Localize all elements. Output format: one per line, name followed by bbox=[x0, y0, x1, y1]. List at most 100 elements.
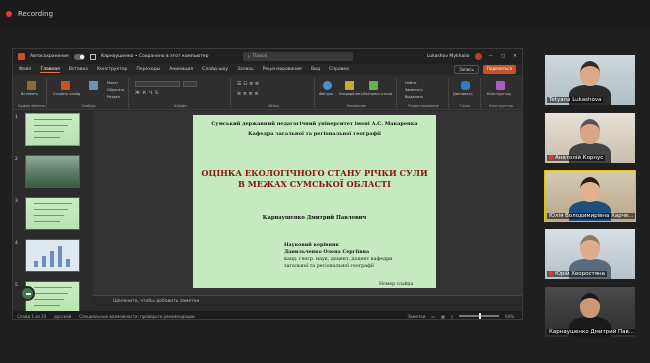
ribbon-group-label: Редактирование bbox=[408, 104, 439, 108]
quick-styles-icon[interactable] bbox=[369, 81, 378, 90]
avatar[interactable] bbox=[475, 53, 483, 60]
zoom-slider[interactable] bbox=[459, 312, 500, 319]
list-bullets-icon[interactable]: ☰ ☷ ≡ ≡ bbox=[237, 81, 259, 87]
slide-title[interactable]: ОЦІНКА ЕКОЛОГІЧНОГО СТАНУ РІЧКИ СУЛИ В М… bbox=[193, 168, 436, 190]
menu-right: Запись Поделиться bbox=[454, 65, 516, 74]
thumbnail-number: 4 bbox=[15, 241, 18, 246]
font-format-icons[interactable]: ЖКЧS bbox=[135, 91, 161, 96]
participant-name-text: Юлія Володимирівна Харче... bbox=[549, 213, 634, 219]
recording-icon bbox=[6, 11, 12, 17]
mic-muted-icon bbox=[549, 155, 553, 160]
new-slide-label: Создать слайд bbox=[53, 92, 81, 96]
supervisor-degree-1: канд. геогр. наук, доцент, доцент кафедр… bbox=[284, 257, 393, 262]
user-name[interactable]: Lukashov Mykhailo bbox=[427, 54, 470, 59]
paste-icon[interactable] bbox=[27, 81, 36, 90]
autosave-toggle[interactable] bbox=[73, 53, 85, 60]
language-indicator[interactable]: русский bbox=[54, 314, 71, 319]
participant-name: Юлія Володимирівна Харче... bbox=[547, 213, 635, 219]
participant-tile[interactable]: Карнаушенко Дмитрий Пав... bbox=[545, 287, 635, 337]
quick-styles-label: Экспресс-стили bbox=[363, 92, 393, 96]
reset-button[interactable]: Сбросить bbox=[107, 88, 124, 92]
participant-tile[interactable]: Юлія Володимирівна Харче... bbox=[544, 170, 636, 222]
status-right: Заметки ▭ ▦ ▯ 64% bbox=[408, 312, 514, 319]
menu-tab[interactable]: Справка bbox=[329, 67, 349, 72]
menu-tab[interactable]: Главная bbox=[40, 67, 60, 73]
slide-thumbnail[interactable] bbox=[25, 239, 80, 272]
slide-number-field[interactable]: Номер слайда bbox=[379, 282, 413, 287]
notes-pane[interactable]: Щелкните, чтобы добавить заметки bbox=[93, 295, 522, 307]
slide-count: Слайд 1 из 23 bbox=[17, 313, 47, 319]
save-icon[interactable] bbox=[89, 53, 96, 60]
close-button[interactable]: ✕ bbox=[513, 54, 517, 59]
supervisor-name: Данильченко Олена Сергіївна bbox=[284, 249, 370, 255]
font-size-select[interactable] bbox=[183, 81, 197, 87]
view-reading-icon[interactable]: ▯ bbox=[451, 314, 453, 319]
participant-name-text: Карнаушенко Дмитрий Пав... bbox=[549, 329, 635, 335]
ribbon: Вставить Буфер обмена Создать слайд Маке… bbox=[13, 75, 522, 110]
thumbnail-text-line bbox=[34, 125, 68, 126]
participant-face bbox=[580, 235, 600, 260]
shapes-icon[interactable] bbox=[323, 81, 332, 90]
section-button[interactable]: Раздел bbox=[107, 95, 120, 99]
menu-tab[interactable]: Вставка bbox=[69, 67, 88, 72]
ribbon-group-paragraph: ☰ ☷ ≡ ≡ ≡ ≡ ≡ ≡ Абзац bbox=[233, 78, 315, 108]
minimize-button[interactable]: — bbox=[488, 54, 493, 59]
slide-canvas[interactable]: Сумський державний педагогічний універси… bbox=[193, 115, 436, 288]
menu-tab[interactable]: Рецензирование bbox=[263, 67, 302, 72]
arrange-icon[interactable] bbox=[345, 81, 354, 90]
menu-tab[interactable]: Файл bbox=[19, 67, 31, 72]
view-normal-icon[interactable]: ▭ bbox=[431, 314, 435, 319]
powerpoint-logo-icon bbox=[18, 53, 25, 60]
share-button[interactable]: Поделиться bbox=[482, 65, 516, 74]
supervisor-degree-2: загальної та регіональної географії bbox=[284, 264, 374, 269]
menu-tab[interactable]: Слайд-шоу bbox=[202, 67, 228, 72]
new-slide-icon[interactable] bbox=[61, 81, 70, 90]
menu-tab[interactable]: Вид bbox=[311, 67, 320, 72]
participant-face bbox=[580, 177, 600, 202]
select-button[interactable]: Выделить bbox=[405, 95, 423, 99]
reuse-slides-icon[interactable] bbox=[89, 81, 98, 90]
recording-label: Recording bbox=[18, 10, 54, 18]
menu-tab[interactable]: Переходы bbox=[136, 67, 160, 72]
slide-author[interactable]: Карнаушенко Дмитрий Павлович bbox=[193, 215, 436, 221]
slide-supervisor-block[interactable]: Науковий керівник Данильченко Олена Серг… bbox=[284, 242, 434, 270]
slide-thumbnail[interactable] bbox=[25, 113, 80, 146]
menu-tab[interactable]: Конструктор bbox=[97, 67, 127, 72]
menu-tab[interactable]: Анимация bbox=[169, 67, 193, 72]
notes-button[interactable]: Заметки bbox=[408, 314, 426, 319]
participant-face bbox=[580, 293, 600, 318]
slide-thumbnail[interactable] bbox=[25, 197, 80, 230]
designer-label: Конструктор bbox=[487, 92, 511, 96]
participant-name: Карнаушенко Дмитрий Пав... bbox=[547, 329, 635, 335]
accessibility-check[interactable]: Специальные возможности: проверьте реком… bbox=[79, 314, 194, 319]
ribbon-group-label: Шрифт bbox=[173, 104, 188, 108]
zoom-level[interactable]: 64% bbox=[505, 314, 514, 319]
autosave-label: Автосохранение bbox=[30, 54, 69, 59]
thumbnail-number: 3 bbox=[15, 199, 18, 204]
microphone-icon[interactable] bbox=[461, 81, 470, 90]
find-button[interactable]: Найти bbox=[405, 81, 416, 85]
participant-tile[interactable]: Анатолій Корнус bbox=[545, 113, 635, 163]
thumbnail-text-line bbox=[34, 293, 68, 294]
layout-button[interactable]: Макет bbox=[107, 81, 118, 85]
slide-university[interactable]: Сумський державний педагогічний універси… bbox=[193, 121, 436, 127]
slide-department[interactable]: Кафедра загальної та регіональної геогра… bbox=[193, 131, 436, 137]
replace-button[interactable]: Заменить bbox=[405, 88, 423, 92]
record-button[interactable]: Запись bbox=[454, 65, 479, 74]
mic-muted-icon bbox=[549, 271, 553, 276]
ribbon-group-slides: Создать слайд Макет Сбросить Раздел Слай… bbox=[49, 78, 129, 108]
participant-tile[interactable]: Tetyana Lukashova bbox=[545, 55, 635, 105]
slide-thumbnail[interactable] bbox=[25, 155, 80, 188]
zoom-floating-button[interactable] bbox=[20, 286, 35, 301]
designer-icon[interactable] bbox=[496, 81, 505, 90]
align-icons[interactable]: ≡ ≡ ≡ ≡ bbox=[237, 91, 259, 97]
menu-tab[interactable]: Запись bbox=[237, 67, 254, 72]
font-name-select[interactable] bbox=[135, 81, 180, 87]
search-placeholder: Поиск bbox=[252, 54, 268, 59]
search-input[interactable]: ⌕ Поиск bbox=[243, 52, 354, 61]
participant-tile[interactable]: Юрій Хворостяна bbox=[545, 229, 635, 279]
maximize-button[interactable]: ▢ bbox=[501, 54, 505, 59]
view-sorter-icon[interactable]: ▦ bbox=[441, 314, 445, 319]
supervisor-label: Науковий керівник bbox=[284, 242, 340, 248]
thumbnail-chart-bar bbox=[34, 261, 38, 267]
